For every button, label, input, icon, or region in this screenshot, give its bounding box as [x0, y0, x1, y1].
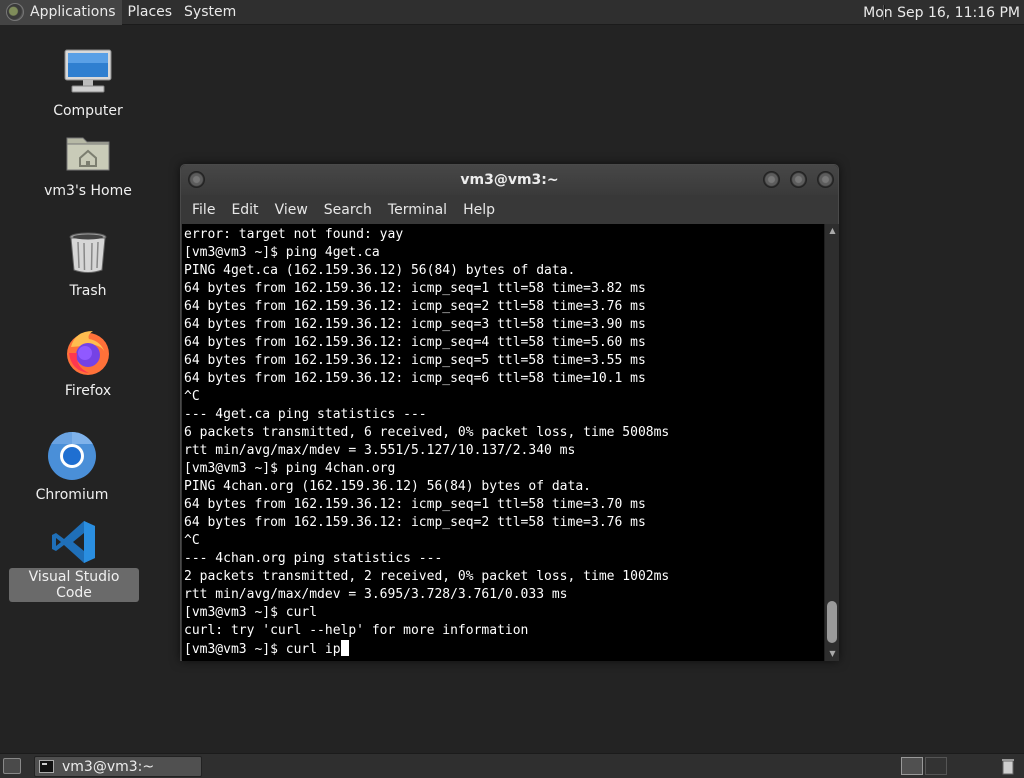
terminal-line: [vm3@vm3 ~]$ curl [184, 605, 318, 620]
home-folder-icon [66, 137, 110, 171]
vscode-icon [52, 521, 95, 563]
maximize-button[interactable] [790, 171, 807, 188]
terminal-line: [vm3@vm3 ~]$ ping 4get.ca [184, 245, 380, 260]
desktop-icon-label: Chromium [35, 487, 109, 503]
system-menu[interactable]: System [178, 0, 242, 25]
terminal-line: 64 bytes from 162.159.36.12: icmp_seq=2 … [184, 515, 646, 530]
scroll-up-arrow-icon[interactable]: ▲ [825, 224, 840, 238]
terminal-prompt-text: [vm3@vm3 ~]$ curl ip [184, 642, 341, 657]
terminal-line: 6 packets transmitted, 6 received, 0% pa… [184, 425, 670, 440]
computer-icon [64, 49, 112, 93]
workspace-switcher-1[interactable] [901, 757, 923, 775]
terminal-line: rtt min/avg/max/mdev = 3.551/5.127/10.13… [184, 443, 576, 458]
firefox-icon [67, 331, 109, 375]
terminal-line: 64 bytes from 162.159.36.12: icmp_seq=2 … [184, 299, 646, 314]
trash-applet-icon[interactable] [1000, 757, 1016, 775]
window-titlebar[interactable]: vm3@vm3:~ [181, 165, 838, 195]
chromium-icon [48, 432, 96, 480]
menu-terminal[interactable]: Terminal [380, 202, 455, 218]
desktop-icon-chromium[interactable]: Chromium [7, 426, 137, 504]
terminal-line: [vm3@vm3 ~]$ ping 4chan.org [184, 461, 396, 476]
terminal-line: rtt min/avg/max/mdev = 3.695/3.728/3.761… [184, 587, 568, 602]
desktop-icon-label: Visual Studio Code [9, 568, 139, 602]
terminal-line: PING 4chan.org (162.159.36.12) 56(84) by… [184, 479, 591, 494]
desktop-icon-firefox[interactable]: Firefox [23, 322, 153, 400]
terminal-icon [39, 760, 54, 773]
menu-view[interactable]: View [267, 202, 316, 218]
places-menu[interactable]: Places [122, 0, 179, 25]
terminal-line: PING 4get.ca (162.159.36.12) 56(84) byte… [184, 263, 576, 278]
terminal-window: vm3@vm3:~ File Edit View Search Terminal… [180, 164, 839, 661]
top-panel: Applications Places System Mon Sep 16, 1… [0, 0, 1024, 25]
desktop-icon-vscode[interactable]: Visual Studio Code [9, 516, 139, 602]
terminal-line: --- 4chan.org ping statistics --- [184, 551, 443, 566]
terminal-line: 64 bytes from 162.159.36.12: icmp_seq=5 … [184, 353, 646, 368]
taskbar-item-terminal[interactable]: vm3@vm3:~ [34, 756, 202, 777]
desktop-icon-label: Computer [53, 103, 123, 119]
desktop-icon-trash[interactable]: Trash [23, 222, 153, 300]
terminal-scrollbar[interactable]: ▲ ▼ [824, 224, 839, 661]
menu-file[interactable]: File [184, 202, 223, 218]
terminal-line: 64 bytes from 162.159.36.12: icmp_seq=4 … [184, 335, 646, 350]
menu-edit[interactable]: Edit [223, 202, 266, 218]
window-title: vm3@vm3:~ [460, 172, 559, 188]
minimize-button[interactable] [763, 171, 780, 188]
bottom-panel: vm3@vm3:~ [0, 753, 1024, 778]
terminal-line: 64 bytes from 162.159.36.12: icmp_seq=1 … [184, 497, 646, 512]
terminal-line: 64 bytes from 162.159.36.12: icmp_seq=6 … [184, 371, 646, 386]
desktop-icon-computer[interactable]: Computer [23, 42, 153, 120]
desktop-icon-home[interactable]: vm3's Home [23, 122, 153, 200]
menu-help[interactable]: Help [455, 202, 503, 218]
terminal-line: ^C [184, 533, 200, 548]
terminal-prompt-line[interactable]: [vm3@vm3 ~]$ curl ip [184, 640, 824, 658]
terminal-line: 64 bytes from 162.159.36.12: icmp_seq=1 … [184, 281, 646, 296]
terminal-cursor [340, 640, 349, 656]
terminal-line: 64 bytes from 162.159.36.12: icmp_seq=3 … [184, 317, 646, 332]
desktop-icon-label: vm3's Home [44, 183, 132, 199]
scrollbar-thumb[interactable] [827, 601, 837, 643]
desktop-icon-label: Firefox [64, 383, 112, 399]
clock[interactable]: Mon Sep 16, 11:16 PM [863, 0, 1020, 25]
scroll-down-arrow-icon[interactable]: ▼ [825, 647, 840, 661]
desktop-icon-label: Trash [69, 283, 107, 299]
terminal-line: curl: try 'curl --help' for more informa… [184, 623, 529, 638]
trash-icon [69, 232, 107, 273]
terminal-line: --- 4get.ca ping statistics --- [184, 407, 427, 422]
terminal-line: ^C [184, 389, 200, 404]
workspace-switcher-2[interactable] [925, 757, 947, 775]
show-desktop-icon[interactable] [3, 758, 21, 774]
terminal-menubar: File Edit View Search Terminal Help [181, 195, 838, 224]
terminal-line: 2 packets transmitted, 2 received, 0% pa… [184, 569, 670, 584]
applications-logo-icon [6, 3, 24, 21]
terminal-line: error: target not found: yay [184, 227, 404, 242]
menu-search[interactable]: Search [316, 202, 380, 218]
applications-menu[interactable]: Applications [0, 0, 122, 25]
close-button[interactable] [817, 171, 834, 188]
applications-menu-label: Applications [30, 4, 116, 20]
taskbar-item-label: vm3@vm3:~ [62, 758, 155, 775]
terminal-output[interactable]: error: target not found: yay [vm3@vm3 ~]… [182, 224, 824, 661]
